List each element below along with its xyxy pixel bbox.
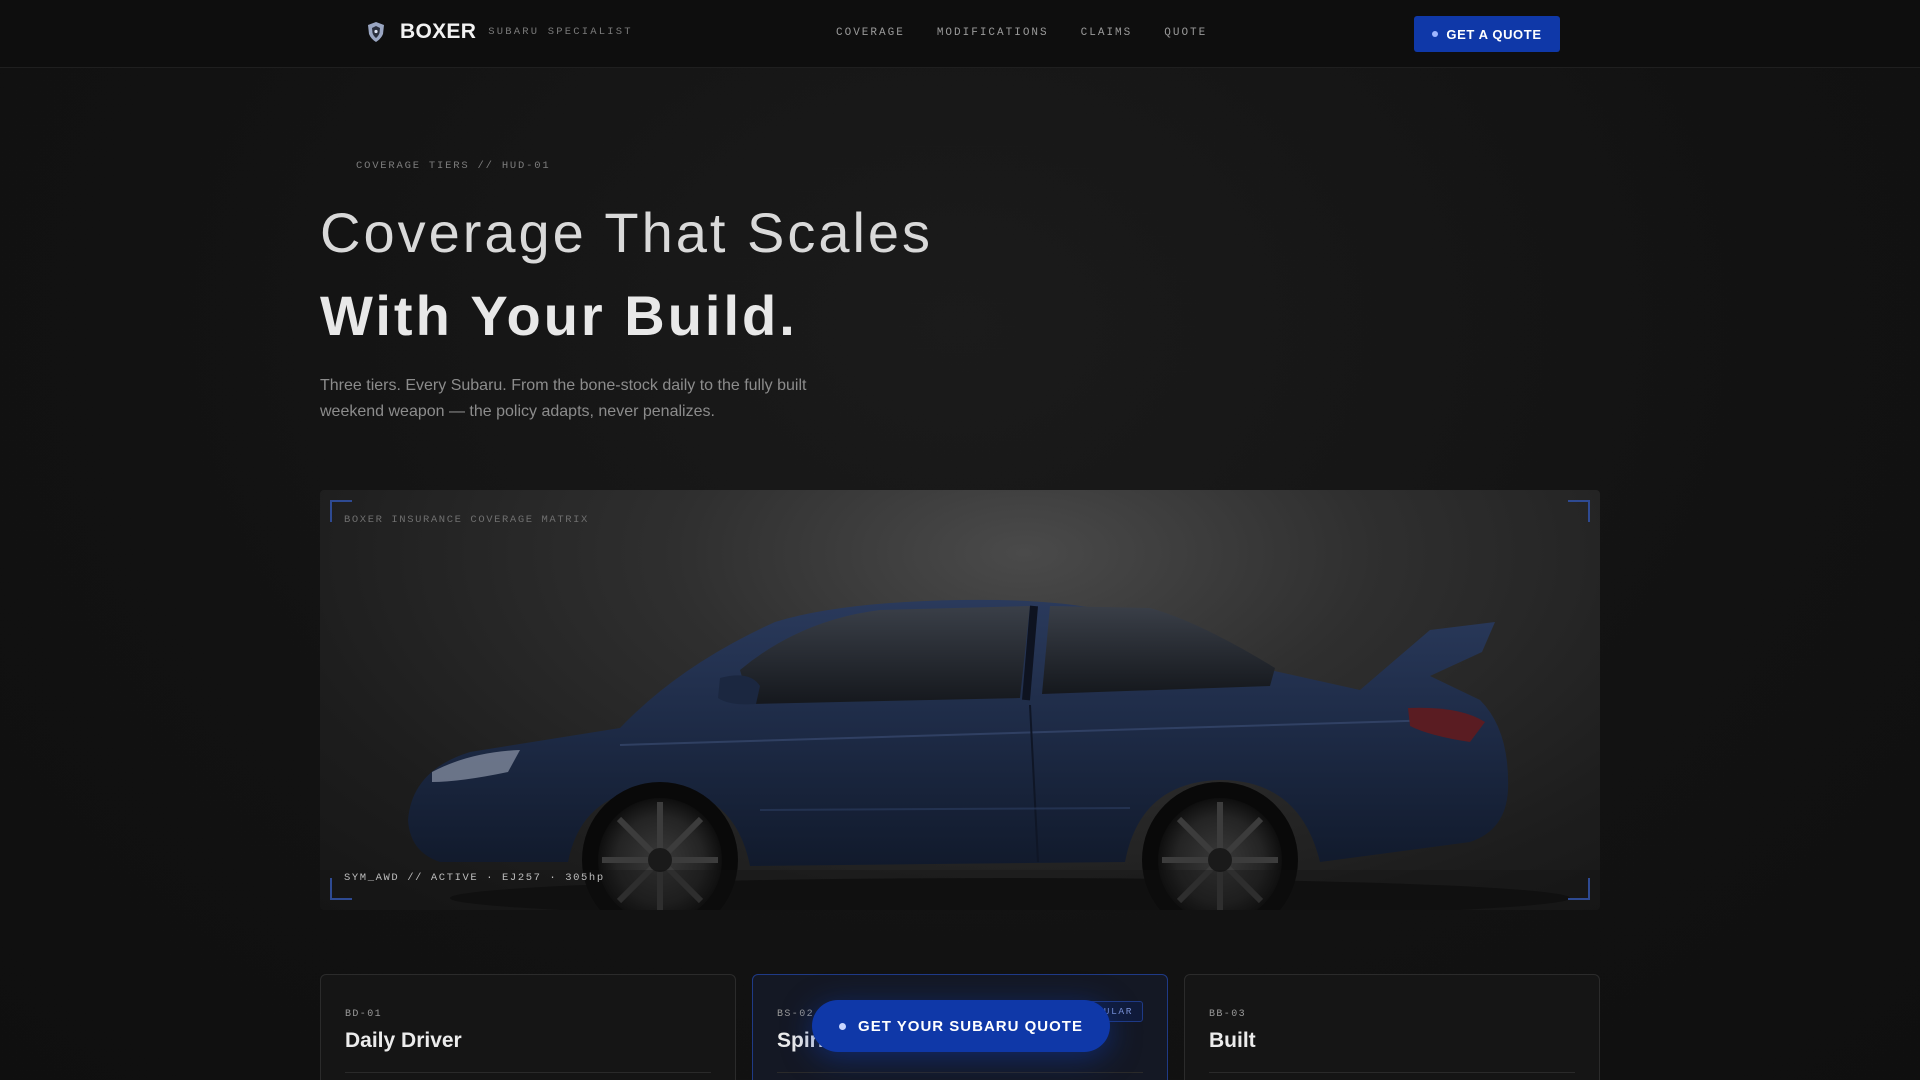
card-divider <box>345 1072 711 1073</box>
card-divider <box>777 1072 1143 1073</box>
nav-links: COVERAGE MODIFICATIONS CLAIMS QUOTE <box>836 27 1239 39</box>
brand-tagline: SUBARU SPECIALIST <box>488 26 633 38</box>
brand[interactable]: BOXER SUBARU SPECIALIST <box>366 20 633 44</box>
panel-status: SYM_AWD // ACTIVE · EJ257 · 305hp <box>344 872 605 884</box>
panel-label: BOXER INSURANCE COVERAGE MATRIX <box>344 514 589 526</box>
tier-code: BB-03 <box>1209 1009 1247 1020</box>
get-a-quote-label: GET A QUOTE <box>1446 26 1542 42</box>
nav-link-coverage[interactable]: COVERAGE <box>836 27 905 39</box>
shield-logo-icon <box>368 22 384 42</box>
floating-quote-label: GET YOUR SUBARU QUOTE <box>858 1017 1083 1035</box>
top-navigation: BOXER SUBARU SPECIALIST COVERAGE MODIFIC… <box>0 0 1920 68</box>
tier-name: Daily Driver <box>345 1029 462 1052</box>
nav-link-claims[interactable]: CLAIMS <box>1081 27 1133 39</box>
hud-corner-top-right <box>1568 500 1590 522</box>
hero-lead: Three tiers. Every Subaru. From the bone… <box>320 377 807 420</box>
tier-card-daily-driver[interactable]: BD-01 Daily Driver <box>320 974 736 1080</box>
hero-eyebrow: COVERAGE TIERS // HUD-01 <box>356 160 551 172</box>
tier-code: BD-01 <box>345 1009 383 1020</box>
get-a-quote-button[interactable]: GET A QUOTE <box>1414 16 1560 52</box>
hero-image-panel: BOXER INSURANCE COVERAGE MATRIX SYM_AWD … <box>320 490 1600 910</box>
subaru-sedan-image <box>320 599 1600 910</box>
card-divider <box>1209 1072 1575 1073</box>
tier-name: Built <box>1209 1029 1256 1052</box>
hero-title-line2: With Your Build. <box>320 284 798 347</box>
tier-code: BS-02 <box>777 1009 815 1020</box>
brand-name: BOXER <box>400 20 477 43</box>
hud-corner-bottom-right <box>1568 878 1590 900</box>
nav-link-quote[interactable]: QUOTE <box>1164 27 1207 39</box>
status-dot-icon <box>839 1022 847 1030</box>
nav-link-modifications[interactable]: MODIFICATIONS <box>937 27 1049 39</box>
floating-quote-button[interactable]: GET YOUR SUBARU QUOTE <box>812 1000 1110 1052</box>
tier-card-built[interactable]: BB-03 Built <box>1184 974 1600 1080</box>
hero-title-line1: Coverage That Scales <box>320 201 934 264</box>
status-dot-icon <box>1432 31 1439 37</box>
